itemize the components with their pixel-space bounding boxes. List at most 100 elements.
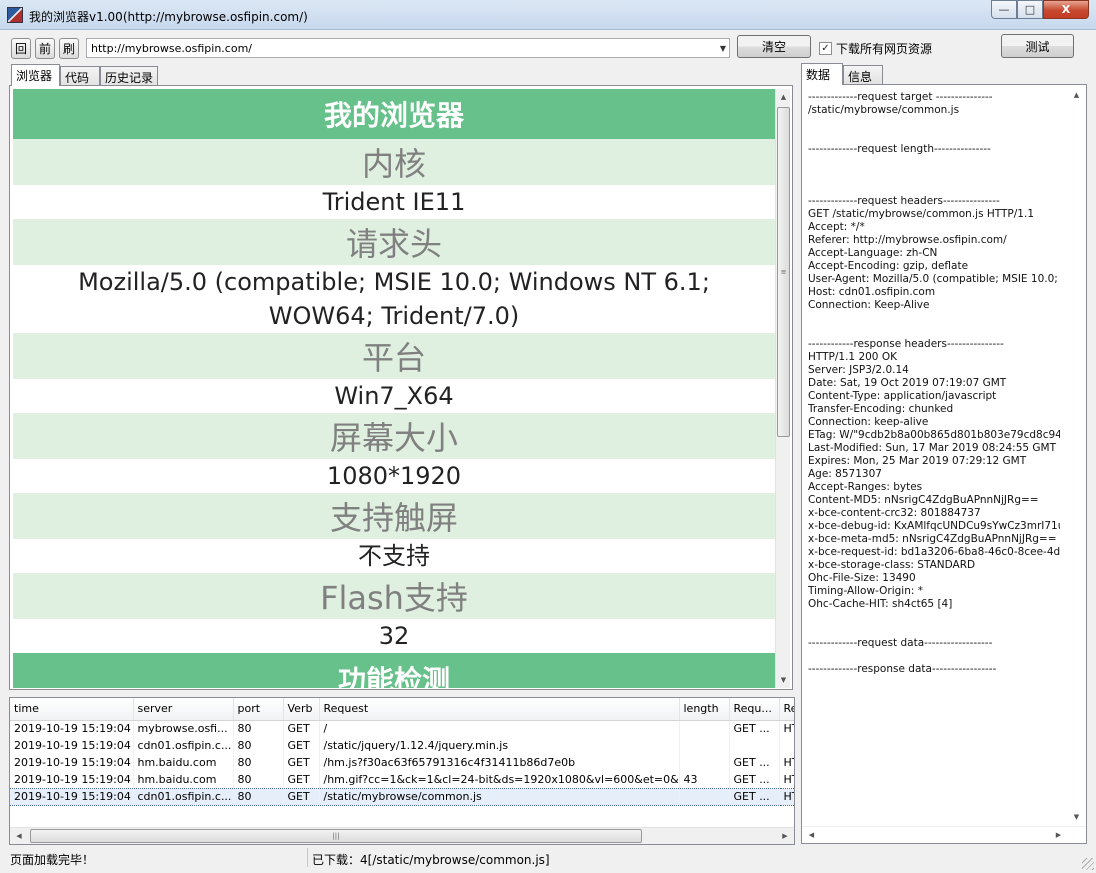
cell-requ: GET ... <box>729 754 780 771</box>
cell-server: hm.baidu.com <box>133 771 234 788</box>
table-row[interactable]: 2019-10-19 15:19:04 hm.baidu.com 80 GET … <box>10 754 794 771</box>
cell-requ <box>729 737 780 754</box>
scroll-right-icon[interactable]: ▶ <box>778 828 792 844</box>
column-header[interactable]: server <box>133 698 234 721</box>
info-label-screen: 屏幕大小 <box>13 413 775 459</box>
table-header: time server port Verb Request length Req… <box>10 698 794 721</box>
cell-length <box>679 787 730 806</box>
cell-length: 43 <box>679 771 730 788</box>
cell-length <box>679 720 730 737</box>
column-header[interactable]: Request <box>319 698 680 721</box>
download-all-option[interactable]: ✓ 下载所有网页资源 <box>819 40 932 57</box>
info-label-platform: 平台 <box>13 333 775 379</box>
info-value-flash: 32 <box>13 619 775 653</box>
cell-server: cdn01.osfipin.c... <box>133 787 234 806</box>
close-button[interactable]: X <box>1043 0 1089 19</box>
cell-verb: GET <box>283 754 320 771</box>
tab-browser[interactable]: 浏览器 <box>11 64 60 86</box>
cell-port: 80 <box>233 771 284 788</box>
window-title: 我的浏览器v1.00(http://mybrowse.osfipin.com/) <box>29 10 308 24</box>
table-row-selected[interactable]: 2019-10-19 15:19:04 cdn01.osfipin.c... 8… <box>10 787 794 806</box>
column-header[interactable]: length <box>679 698 730 721</box>
tab-data[interactable]: 数据 <box>801 63 843 85</box>
toolbar: 回 前 刷 http://mybrowse.osfipin.com/ ▼ 清空 … <box>0 30 1096 64</box>
tab-code[interactable]: 代码 <box>60 66 100 86</box>
table-row[interactable]: 2019-10-19 15:19:04 mybrowse.osfi... 80 … <box>10 720 794 737</box>
chevron-down-icon[interactable]: ▼ <box>720 44 726 53</box>
scroll-down-icon[interactable]: ▼ <box>1069 809 1084 825</box>
cell-length <box>679 754 730 771</box>
forward-button[interactable]: 前 <box>35 38 55 59</box>
scroll-left-icon[interactable]: ◀ <box>12 828 26 844</box>
browser-vertical-scrollbar[interactable]: ▲ ≡ ▼ <box>775 89 790 688</box>
scroll-up-icon[interactable]: ▲ <box>1069 87 1084 103</box>
cell-server: mybrowse.osfi... <box>133 720 234 737</box>
column-header[interactable]: port <box>233 698 284 721</box>
scroll-up-icon[interactable]: ▲ <box>776 89 791 105</box>
request-detail-panel: -------------request target ------------… <box>801 84 1087 844</box>
column-header[interactable]: time <box>10 698 134 721</box>
cell-re: HT <box>779 787 794 806</box>
tab-info[interactable]: 信息 <box>843 65 883 85</box>
window-controls: — □ X <box>991 0 1089 19</box>
cell-time: 2019-10-19 15:19:04 <box>10 720 134 737</box>
cell-time: 2019-10-19 15:19:04 <box>10 737 134 754</box>
cell-request: /hm.js?f30ac63f65791316c4f31411b86d7e0b <box>319 754 680 771</box>
cell-server: cdn01.osfipin.c... <box>133 737 234 754</box>
column-header[interactable]: Requ... <box>729 698 780 721</box>
maximize-button[interactable]: □ <box>1017 0 1043 19</box>
cell-re: HT <box>779 771 794 788</box>
cell-verb: GET <box>283 771 320 788</box>
info-value-platform: Win7_X64 <box>13 379 775 413</box>
minimize-button[interactable]: — <box>991 0 1017 19</box>
scroll-left-icon[interactable]: ◀ <box>804 827 819 843</box>
cell-request: /static/mybrowse/common.js <box>319 787 680 806</box>
table-row[interactable]: 2019-10-19 15:19:04 hm.baidu.com 80 GET … <box>10 771 794 788</box>
page-heading: 我的浏览器 <box>13 89 775 139</box>
cell-re: HT <box>779 720 794 737</box>
info-label-headers: 请求头 <box>13 219 775 265</box>
request-table: time server port Verb Request length Req… <box>10 698 794 806</box>
cell-time: 2019-10-19 15:19:04 <box>10 771 134 788</box>
cell-port: 80 <box>233 787 284 806</box>
cell-server: hm.baidu.com <box>133 754 234 771</box>
back-button[interactable]: 回 <box>11 38 31 59</box>
cell-verb: GET <box>283 737 320 754</box>
title-bar: 我的浏览器v1.00(http://mybrowse.osfipin.com/)… <box>0 0 1096 30</box>
url-input[interactable]: http://mybrowse.osfipin.com/ ▼ <box>86 38 730 58</box>
info-value-screen: 1080*1920 <box>13 459 775 493</box>
scroll-right-icon[interactable]: ▶ <box>1051 827 1066 843</box>
request-detail-text[interactable]: -------------request target ------------… <box>808 91 1060 676</box>
detail-horizontal-scrollbar[interactable]: ◀ ▶ <box>802 826 1086 843</box>
cell-requ: GET ... <box>729 720 780 737</box>
refresh-button[interactable]: 刷 <box>59 38 79 59</box>
request-list: time server port Verb Request length Req… <box>9 697 795 845</box>
scroll-down-icon[interactable]: ▼ <box>776 672 791 688</box>
info-label-touch: 支持触屏 <box>13 493 775 539</box>
detail-vertical-scrollbar[interactable]: ▲ ▼ <box>1069 85 1086 827</box>
table-row[interactable]: 2019-10-19 15:19:04 cdn01.osfipin.c... 8… <box>10 737 794 754</box>
cell-requ: GET ... <box>729 771 780 788</box>
download-all-checkbox[interactable]: ✓ <box>819 42 832 55</box>
column-header[interactable]: Re <box>779 698 794 721</box>
download-all-label: 下载所有网页资源 <box>836 42 933 56</box>
cell-time: 2019-10-19 15:19:04 <box>10 787 134 806</box>
cell-request: /hm.gif?cc=1&ck=1&cl=24-bit&ds=1920x1080… <box>319 771 680 788</box>
grid-horizontal-scrollbar[interactable]: ◀ ||| ▶ <box>10 827 794 844</box>
download-status: 已下载：4[/static/mybrowse/common.js] <box>312 853 550 867</box>
tab-history[interactable]: 历史记录 <box>100 66 158 86</box>
cell-requ: GET ... <box>729 787 780 806</box>
scroll-thumb[interactable]: ≡ <box>777 107 790 437</box>
cell-re <box>779 737 794 754</box>
feature-detect-heading: 功能检测 <box>13 653 775 688</box>
resize-grip-icon[interactable] <box>1082 858 1094 870</box>
test-button[interactable]: 测试 <box>1001 34 1074 58</box>
info-value-touch: 不支持 <box>13 539 775 573</box>
scroll-thumb[interactable]: ||| <box>30 829 642 843</box>
cell-time: 2019-10-19 15:19:04 <box>10 754 134 771</box>
clear-button[interactable]: 清空 <box>737 35 811 58</box>
cell-port: 80 <box>233 737 284 754</box>
column-header[interactable]: Verb <box>283 698 320 721</box>
browser-view: 我的浏览器 内核 Trident IE11 请求头 Mozilla/5.0 (c… <box>9 85 793 690</box>
cell-request: /static/jquery/1.12.4/jquery.min.js <box>319 737 680 754</box>
